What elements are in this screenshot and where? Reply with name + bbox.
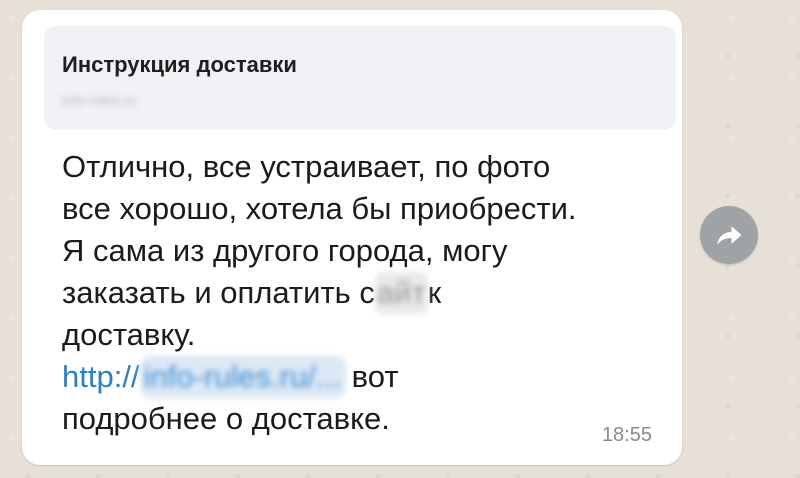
message-bubble[interactable]: Инструкция доставки info-rules.ru Отличн… [22, 10, 682, 465]
message-line: Я сама из другого города, могу [62, 233, 508, 268]
message-line: Отлично, все устраивает, по фото [62, 149, 551, 184]
message-line: заказать и оплатить сайтк [62, 272, 662, 314]
message-line: все хорошо, хотела бы приобрести. [62, 191, 577, 226]
message-fragment: вот [351, 359, 399, 394]
message-fragment: к [427, 275, 442, 310]
message-text: Отлично, все устраивает, по фото все хор… [62, 146, 662, 440]
blurred-fragment: айт [374, 272, 428, 314]
link-prefix[interactable]: http:// [62, 359, 140, 394]
link-preview-domain: info-rules.ru [62, 92, 136, 108]
message-line: доставку. [62, 317, 196, 352]
message-timestamp: 18:55 [601, 424, 652, 446]
blurred-link[interactable]: info-rules.ru/... [139, 356, 346, 398]
message-fragment: заказать и оплатить с [62, 275, 375, 310]
message-link-line: http://info-rules.ru/... вот [62, 356, 662, 398]
link-preview-title: Инструкция доставки [62, 52, 297, 77]
forward-arrow-icon [717, 226, 742, 245]
message-line: подробнее о доставке. [62, 401, 390, 436]
link-preview-card[interactable] [44, 26, 676, 130]
forward-button[interactable] [700, 206, 758, 264]
